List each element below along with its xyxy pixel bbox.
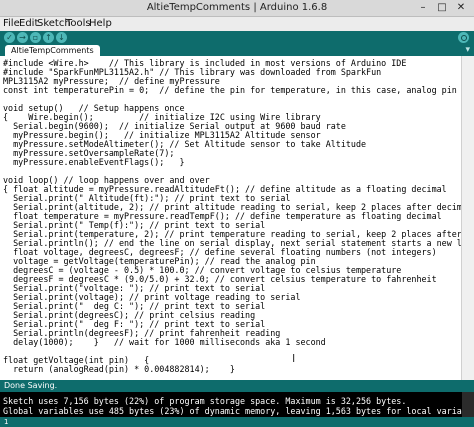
serial-monitor-icon[interactable]: [458, 32, 469, 43]
maximize-icon[interactable]: □: [435, 2, 449, 14]
console-line: Global variables use 485 bytes (23%) of …: [3, 406, 474, 416]
tab-menu-icon[interactable]: ▾: [465, 44, 470, 56]
code-line: return (analogRead(pin) * 0.004882814); …: [3, 364, 235, 374]
minimize-icon[interactable]: –: [416, 2, 430, 14]
status-message: Done Saving.: [4, 381, 58, 390]
close-icon[interactable]: ✕: [454, 2, 468, 14]
footer-bar: 1: [0, 417, 474, 427]
verify-icon[interactable]: ✓: [4, 32, 15, 43]
tab-altietempcomments[interactable]: AltieTempComments: [5, 45, 100, 56]
menu-file[interactable]: File: [3, 17, 20, 31]
window-controls: – □ ✕: [416, 2, 468, 14]
code-line: myPressure.enableEventFlags(); }: [3, 157, 185, 167]
mouse-cursor-icon: I: [292, 352, 296, 365]
menu-tools[interactable]: Tools: [66, 17, 91, 31]
open-icon[interactable]: ↑: [43, 32, 54, 43]
line-number: 1: [4, 418, 9, 426]
title-bar: AltieTempComments | Arduino 1.6.8 – □ ✕: [0, 0, 474, 17]
console-line: Sketch uses 7,156 bytes (22%) of program…: [3, 396, 407, 406]
window-title: AltieTempComments | Arduino 1.6.8: [146, 2, 328, 13]
upload-icon[interactable]: →: [17, 32, 28, 43]
menu-bar: File Edit Sketch Tools Help: [0, 17, 474, 31]
save-icon[interactable]: ↓: [56, 32, 67, 43]
status-bar: Done Saving.: [0, 380, 474, 392]
tab-bar: AltieTempComments ▾: [0, 44, 474, 56]
code-line: const int temperaturePin = 0; // define …: [3, 85, 462, 95]
arduino-ide-window: AltieTempComments | Arduino 1.6.8 – □ ✕ …: [0, 0, 474, 427]
menu-edit[interactable]: Edit: [19, 17, 38, 31]
code-line: delay(1000); } // wait for 1000 millisec…: [3, 337, 326, 347]
toolbar: ✓ → ▫ ↑ ↓: [0, 31, 474, 44]
new-icon[interactable]: ▫: [30, 32, 41, 43]
code-editor[interactable]: #include <Wire.h> // This library is inc…: [0, 56, 462, 380]
menu-help[interactable]: Help: [89, 17, 112, 31]
editor-scrollbar[interactable]: [461, 56, 474, 380]
